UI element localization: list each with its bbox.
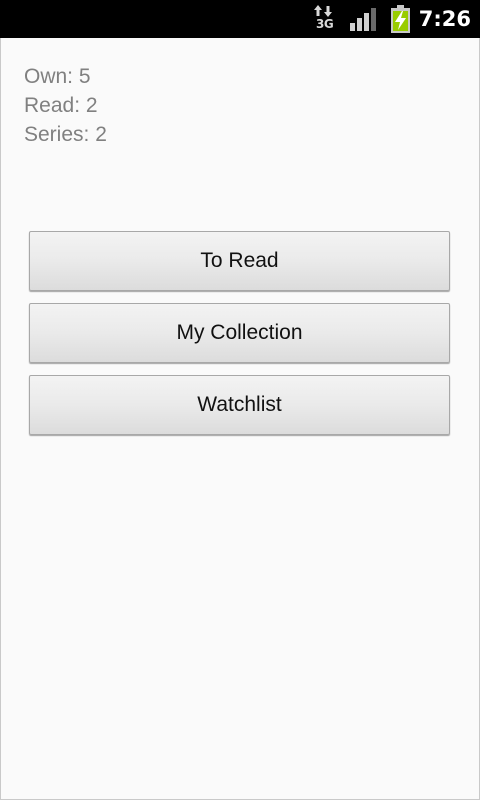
my-collection-button[interactable]: My Collection — [29, 303, 450, 363]
stats-summary: Own: 5 Read: 2 Series: 2 — [24, 62, 107, 149]
watchlist-button[interactable]: Watchlist — [29, 375, 450, 435]
clock-time: 7:26 — [418, 7, 471, 31]
status-bar: 3G 7:26 — [0, 0, 480, 38]
series-count: Series: 2 — [24, 123, 107, 146]
own-count: Own: 5 — [24, 65, 91, 88]
network-3g-icon: 3G — [314, 5, 336, 33]
read-count: Read: 2 — [24, 94, 98, 117]
data-arrows-icon — [314, 5, 332, 17]
to-read-button[interactable]: To Read — [29, 231, 450, 291]
signal-strength-icon — [350, 8, 376, 31]
main-content: Own: 5 Read: 2 Series: 2 To Read My Coll… — [0, 38, 480, 800]
network-type-label: 3G — [316, 17, 334, 31]
battery-charging-icon — [391, 5, 410, 33]
